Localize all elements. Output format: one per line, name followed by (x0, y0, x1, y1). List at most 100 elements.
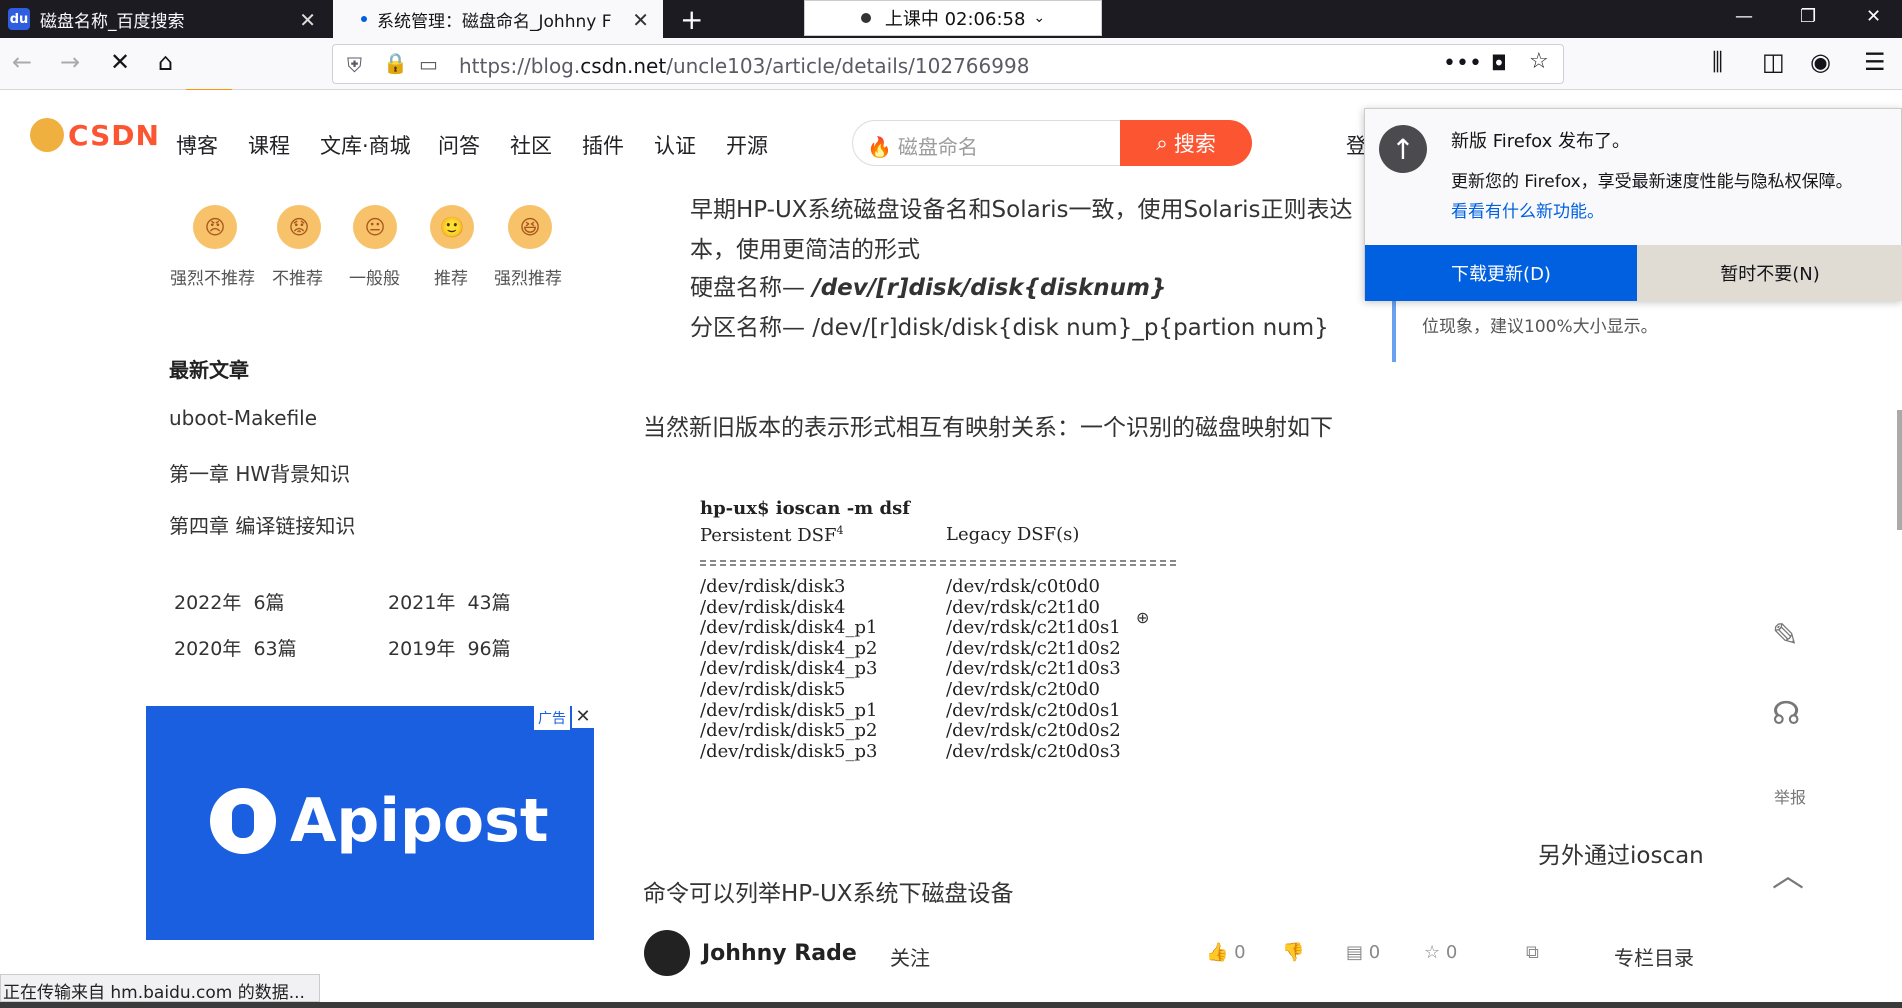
archive-count: 6篇 (253, 592, 285, 614)
favorite-count: 0 (1445, 942, 1458, 963)
author-info[interactable]: Johhny Rade (644, 930, 857, 976)
nav-qa[interactable]: 问答 (438, 130, 480, 160)
restore-window-button[interactable]: ❐ (1800, 6, 1816, 27)
close-window-button[interactable]: ✕ (1866, 6, 1881, 27)
recommended-icon[interactable]: 🙂 (430, 205, 474, 249)
close-tab-icon[interactable]: ✕ (632, 8, 649, 32)
back-to-top-icon[interactable]: ︿ (1772, 850, 1804, 896)
url-path: /uncle103/article/details/102766998 (666, 54, 1030, 78)
nav-blog[interactable]: 博客 (176, 130, 218, 160)
latest-articles-title: 最新文章 (169, 358, 249, 382)
library-icon[interactable]: ⫼ (1712, 48, 1723, 76)
persistent-dsf-path: /dev/rdisk/disk5_p3 (700, 740, 878, 762)
more-actions-icon[interactable]: ••• (1443, 51, 1482, 76)
bookmark-star-icon[interactable]: ☆ (1529, 49, 1549, 74)
download-update-button[interactable]: 下载更新(D) (1365, 245, 1637, 301)
popup-body: 更新您的 Firefox，享受最新速度性能与隐私权保障。 (1451, 172, 1853, 192)
edit-icon[interactable]: ✎ (1772, 616, 1799, 654)
recording-indicator[interactable]: 上课中 02:06:58 ⌄ (804, 0, 1102, 36)
account-icon[interactable]: ◉ (1810, 48, 1831, 76)
csdn-logo[interactable]: CSDN (30, 118, 160, 152)
chevron-down-icon: ⌄ (1033, 10, 1046, 26)
nav-certification[interactable]: 认证 (654, 130, 696, 160)
archive-count: 43篇 (467, 592, 511, 614)
archive-link[interactable]: 2022年 6篇 (174, 588, 285, 615)
code-header-persistent: Persistent DSF4 (700, 524, 843, 546)
column-toc-button[interactable]: 专栏目录 (1614, 942, 1694, 971)
very-unrecommended-icon[interactable]: 😠 (193, 205, 237, 249)
like-button[interactable]: 👍 0 (1206, 942, 1246, 963)
back-arrow-icon[interactable]: ← (12, 48, 32, 76)
nav-opensource[interactable]: 开源 (726, 130, 768, 160)
url-text[interactable]: https://blog.csdn.net/uncle103/article/d… (459, 54, 1029, 78)
search-input[interactable]: 🔥 磁盘命名 (852, 120, 1122, 166)
legacy-dsf-path: /dev/rdsk/c0t0d0 (946, 576, 1101, 597)
archive-link[interactable]: 2020年 63篇 (174, 634, 297, 661)
url-domain: csdn.net (580, 54, 667, 78)
archive-count: 96篇 (467, 638, 511, 660)
tab-baidu-search[interactable]: du 磁盘名称_百度搜索 ✕ (0, 0, 330, 38)
headset-icon[interactable]: ☊ (1772, 694, 1800, 732)
share-icon[interactable]: ⧉ (1526, 942, 1539, 963)
advertisement[interactable]: 广告 ✕ Apipost (146, 706, 594, 940)
favorite-button[interactable]: ☆ 0 (1424, 942, 1457, 963)
archive-link[interactable]: 2021年 43篇 (388, 588, 511, 615)
comment-button[interactable]: ▤ 0 (1346, 942, 1380, 963)
loading-dot-icon (361, 16, 367, 22)
archive-year: 2019年 (388, 638, 456, 660)
article-paragraph: 早期HP-UX系统磁盘设备名和Solaris一致，使用Solaris正则表达 (690, 197, 1353, 223)
search-placeholder: 磁盘命名 (897, 135, 978, 159)
latest-article-link[interactable]: uboot-Makefile (169, 406, 317, 430)
sidebar-icon[interactable]: ◫ (1762, 48, 1785, 76)
new-tab-button[interactable]: + (680, 3, 703, 36)
status-bar: 正在传输来自 hm.baidu.com 的数据... (0, 974, 320, 1003)
tab-csdn-article[interactable]: 系统管理：磁盘命名_Johhny F ✕ (333, 0, 663, 38)
nav-library-mall[interactable]: 文库·商城 (320, 130, 411, 160)
ioscan-output-image[interactable]: hp-ux$ ioscan -m dsf Persistent DSF4 Leg… (700, 498, 1180, 808)
persistent-dsf-path: /dev/rdisk/disk5_p1 (700, 699, 878, 721)
recording-label: 上课中 02:06:58 (884, 9, 1026, 30)
nav-community[interactable]: 社区 (510, 130, 552, 160)
scrollbar[interactable] (1897, 410, 1902, 530)
persistent-dsf-path: /dev/rdisk/disk4 (700, 596, 846, 618)
update-arrow-icon: ↑ (1379, 125, 1427, 173)
zoom-notice: 位现象，建议100%大小显示。 (1392, 300, 1902, 362)
shield-icon[interactable]: ⛨ (347, 53, 362, 77)
report-link[interactable]: 举报 (1774, 784, 1806, 808)
dislike-icon[interactable]: 👎 (1282, 942, 1304, 963)
neutral-icon[interactable]: 😐 (353, 205, 397, 249)
whats-new-link[interactable]: 看看有什么新功能。 (1451, 197, 1604, 222)
url-bar[interactable]: ⛨ 🔒 ▭ https://blog.csdn.net/uncle103/art… (332, 44, 1564, 84)
pocket-icon[interactable]: ◘ (1491, 51, 1507, 75)
not-now-button[interactable]: 暂时不要(N) (1637, 245, 1902, 301)
persistent-dsf-label: Persistent DSF (700, 525, 837, 546)
avatar[interactable] (644, 930, 690, 976)
latest-article-link[interactable]: 第四章 编译链接知识 (169, 510, 355, 539)
search-icon: ⌕ (1156, 130, 1168, 155)
legacy-dsf-path: /dev/rdsk/c2t1d0s2 (946, 637, 1121, 659)
close-ad-icon[interactable]: ✕ (572, 706, 594, 728)
legacy-dsf-path: /dev/rdsk/c2t0d0s1 (946, 699, 1121, 721)
highly-recommended-icon[interactable]: 😆 (508, 205, 552, 249)
page-info-icon[interactable]: ▭ (419, 52, 438, 76)
minimize-window-button[interactable]: — (1735, 6, 1753, 27)
disk-name-pattern: /dev/[r]disk/disk{disknum} (812, 275, 1167, 301)
unrecommended-icon[interactable]: 😟 (277, 205, 321, 249)
nav-courses[interactable]: 课程 (248, 130, 290, 160)
latest-article-link[interactable]: 第一章 HW背景知识 (169, 458, 350, 487)
archive-link[interactable]: 2019年 96篇 (388, 634, 511, 661)
follow-button[interactable]: 关注 (890, 942, 930, 971)
forward-arrow-icon[interactable]: → (60, 48, 80, 76)
logo-text: CSDN (68, 118, 160, 152)
home-icon[interactable]: ⌂ (158, 48, 173, 76)
article-paragraph: 另外通过ioscan (1538, 843, 1704, 869)
close-tab-icon[interactable]: ✕ (299, 8, 316, 32)
nav-plugins[interactable]: 插件 (582, 130, 624, 160)
disk-name-label: 硬盘名称— (690, 275, 813, 301)
author-name[interactable]: Johhny Rade (702, 941, 857, 966)
menu-icon[interactable]: ☰ (1864, 48, 1886, 76)
taskbar-edge (0, 1002, 1902, 1008)
search-button[interactable]: ⌕ 搜索 (1120, 120, 1252, 166)
lock-icon[interactable]: 🔒 (383, 51, 408, 75)
stop-loading-icon[interactable]: ✕ (110, 48, 130, 76)
